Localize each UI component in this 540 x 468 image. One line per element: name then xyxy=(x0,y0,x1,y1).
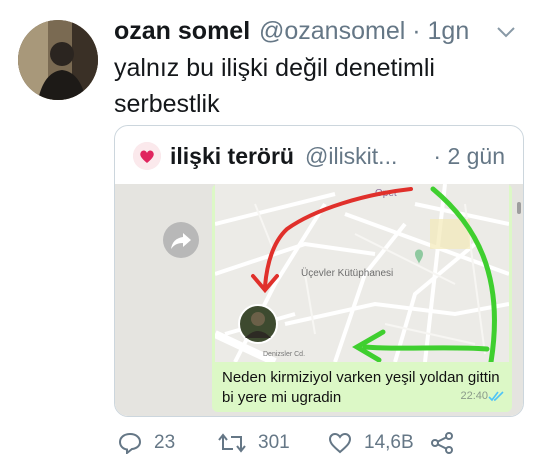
quoted-author-handle: @iliskit... xyxy=(305,143,398,169)
reply-icon xyxy=(118,432,142,454)
quoted-author-name: ilişki terörü xyxy=(170,143,294,169)
author-name[interactable]: ozan somel xyxy=(114,17,250,46)
author-handle[interactable]: @ozansomel xyxy=(259,17,405,45)
quoted-author-avatar xyxy=(133,142,161,170)
map-label-library: Üçevler Kütüphanesi xyxy=(301,267,393,279)
retweet-icon xyxy=(218,433,246,453)
quoted-tweet[interactable]: ilişki terörü @iliskit... · 2 gün Üçevle… xyxy=(114,125,524,417)
quoted-time: · 2 gün xyxy=(433,143,505,169)
tweet-actions: 23 301 14,6B xyxy=(114,428,534,462)
read-receipt-icon xyxy=(488,391,504,402)
share-icon xyxy=(431,432,453,454)
scrollbar xyxy=(517,202,521,214)
tweet-time[interactable]: · 1gn xyxy=(412,17,469,45)
chat-screenshot: Üçevler Kütüphanesi Opet Denizsler Cd. N… xyxy=(115,184,523,416)
forward-arrow-icon xyxy=(171,233,191,249)
quoted-tweet-header: ilişki terörü @iliskit... · 2 gün xyxy=(115,126,523,184)
avatar-photo xyxy=(18,20,98,100)
chat-message-text: Neden kirmiziyol varken yeşil yoldan git… xyxy=(222,369,500,406)
share-button[interactable] xyxy=(430,428,454,458)
tweet-header: ozan somel @ozansomel · 1gn xyxy=(114,14,530,50)
chat-bubble: Üçevler Kütüphanesi Opet Denizsler Cd. N… xyxy=(212,184,512,412)
reply-count: 23 xyxy=(154,432,176,453)
map-drawing: Üçevler Kütüphanesi Opet Denizsler Cd. xyxy=(215,184,509,362)
tweet-text: yalnız bu ilişki değil denetimli serbest… xyxy=(114,54,435,118)
author-handle-and-time: @ozansomel · 1gn xyxy=(259,17,469,46)
heart-logo-icon xyxy=(133,142,161,170)
like-count: 14,6B xyxy=(364,432,414,453)
retweet-button[interactable]: 301 xyxy=(218,428,290,458)
heart-icon xyxy=(328,432,352,454)
author-avatar[interactable] xyxy=(18,20,98,100)
chat-message-time: 22:40 xyxy=(460,390,488,402)
map-label-street: Denizsler Cd. xyxy=(263,351,305,358)
forward-button xyxy=(163,222,199,258)
chevron-down-icon[interactable] xyxy=(496,26,516,38)
like-button[interactable]: 14,6B xyxy=(328,428,414,458)
retweet-count: 301 xyxy=(258,432,290,453)
reply-button[interactable]: 23 xyxy=(118,428,175,458)
map-image: Üçevler Kütüphanesi Opet Denizsler Cd. xyxy=(215,184,509,362)
